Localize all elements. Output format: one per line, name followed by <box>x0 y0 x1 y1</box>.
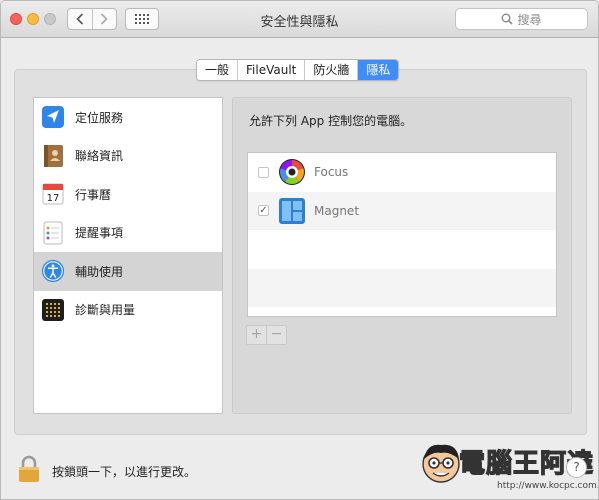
sidebar-item-label: 定位服務 <box>75 110 124 125</box>
sidebar-item-location[interactable]: 定位服務 <box>34 98 222 137</box>
tab-filevault[interactable]: FileVault <box>237 60 305 80</box>
tab-general[interactable]: 一般 <box>197 60 238 80</box>
sidebar-item-label: 提醒事項 <box>75 226 124 241</box>
sidebar-item-label: 行事曆 <box>75 187 112 202</box>
sidebar-item-calendar[interactable]: 17 行事曆 <box>34 175 222 214</box>
search-field[interactable]: 搜尋 <box>455 8 588 30</box>
add-app-button[interactable]: + <box>247 326 266 344</box>
svg-text:17: 17 <box>47 193 60 204</box>
tab-firewall[interactable]: 防火牆 <box>304 60 358 80</box>
sidebar-item-accessibility[interactable]: 輔助使用 <box>34 252 222 291</box>
tab-privacy[interactable]: 隱私 <box>357 60 399 80</box>
sidebar-item-diagnostics[interactable]: 診斷與用量 <box>34 291 222 330</box>
app-checkbox-checked[interactable]: ✓ <box>258 205 269 217</box>
sidebar-item-contacts[interactable]: 聯絡資訊 <box>34 137 222 176</box>
title-bar: 安全性與隱私 搜尋 <box>1 1 598 38</box>
sidebar-item-reminders[interactable]: 提醒事項 <box>34 214 222 253</box>
privacy-category-list: 定位服務 聯絡資訊 17 行事曆 提醒事項 輔助使用 診斷與用量 <box>33 97 223 414</box>
app-name: Focus <box>314 165 349 180</box>
add-remove-controls: + − <box>246 325 287 345</box>
app-name: Magnet <box>314 203 360 218</box>
location-arrow-icon <box>41 105 65 129</box>
accessibility-panel: 允許下列 App 控制您的電腦。 Focus ✓ Magnet <box>232 97 572 414</box>
help-button[interactable]: ? <box>566 457 587 478</box>
mascot-icon <box>422 444 460 483</box>
accessibility-icon <box>41 259 65 283</box>
lock-hint: 按鎖頭一下，以進行更改。 <box>52 465 197 479</box>
lock-icon[interactable] <box>18 455 40 483</box>
search-placeholder: 搜尋 <box>517 12 542 27</box>
focus-app-icon <box>279 159 305 186</box>
empty-row <box>248 268 556 307</box>
reminders-list-icon <box>41 221 65 245</box>
magnet-app-icon <box>279 197 305 224</box>
preferences-window: 安全性與隱私 搜尋 一般 FileVault 防火牆 隱私 定位服務 聯絡資訊 … <box>0 0 599 500</box>
sidebar-item-label: 診斷與用量 <box>75 303 136 318</box>
panel-description: 允許下列 App 控制您的電腦。 <box>249 114 413 128</box>
sidebar-item-label: 輔助使用 <box>75 264 124 279</box>
remove-app-button[interactable]: − <box>266 326 286 344</box>
app-checkbox[interactable] <box>258 166 269 178</box>
app-row-magnet[interactable]: ✓ Magnet <box>248 191 556 230</box>
diagnostics-grid-icon <box>41 298 65 322</box>
sidebar-item-label: 聯絡資訊 <box>75 149 124 164</box>
contacts-book-icon <box>41 144 65 168</box>
tab-bar: 一般 FileVault 防火牆 隱私 <box>196 59 400 81</box>
calendar-icon: 17 <box>41 182 65 206</box>
search-icon <box>501 13 514 25</box>
app-list: Focus ✓ Magnet <box>247 152 557 317</box>
empty-row <box>248 230 556 269</box>
watermark-url: http://www.kocpc.com.tw <box>497 481 598 491</box>
app-row-focus[interactable]: Focus <box>248 153 556 192</box>
